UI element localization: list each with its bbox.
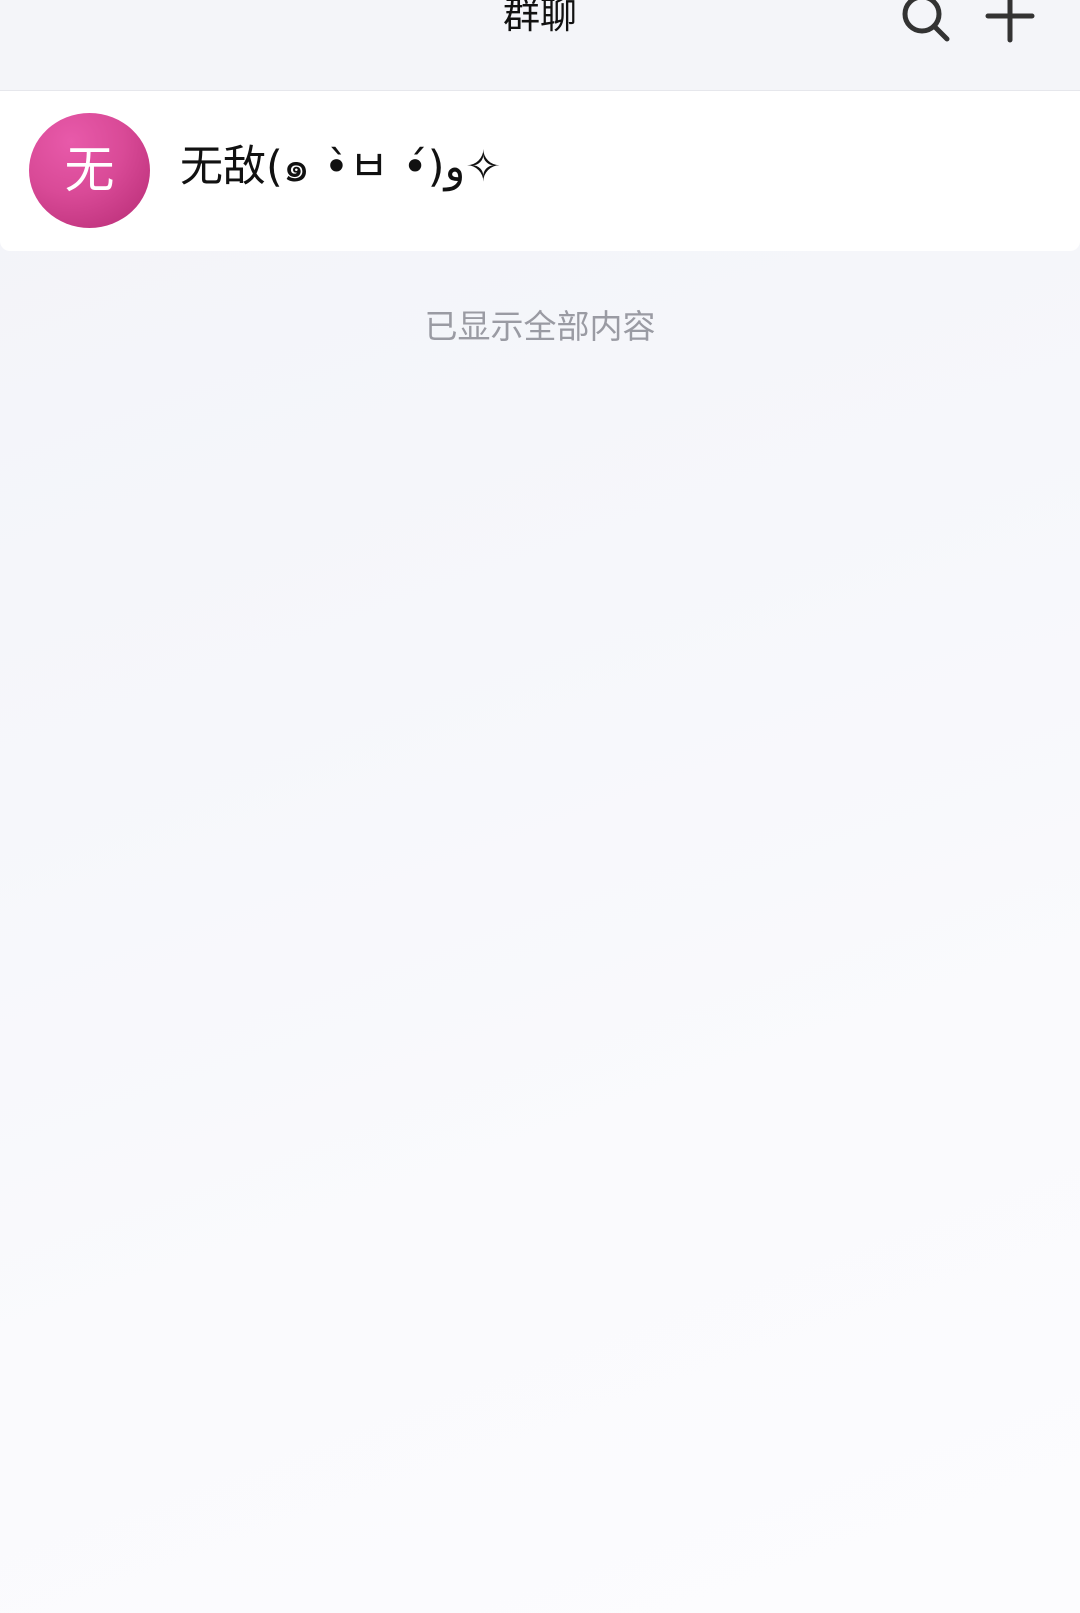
end-of-list-hint: 已显示全部内容 bbox=[424, 307, 656, 346]
group-chat-list: 无 无敌(๑ •̀ㅂ •́)و✧ bbox=[0, 91, 1080, 251]
group-chat-item[interactable]: 无 无敌(๑ •̀ㅂ •́)و✧ bbox=[0, 91, 1080, 251]
avatar: 无 bbox=[29, 113, 150, 228]
plus-icon[interactable] bbox=[985, 0, 1045, 46]
search-icon[interactable] bbox=[898, 0, 958, 46]
group-name: 无敌(๑ •̀ㅂ •́)و✧ bbox=[180, 142, 502, 192]
top-nav-bar: 群聊 bbox=[0, 0, 1080, 91]
